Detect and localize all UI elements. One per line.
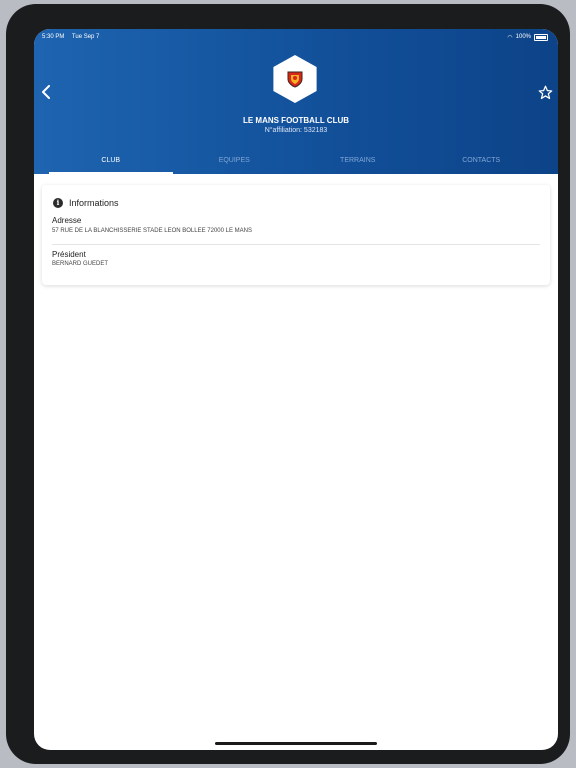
club-name: LE MANS FOOTBALL CLUB	[242, 116, 350, 125]
chevron-left-icon	[42, 85, 50, 99]
tablet-frame: 5:30 PM Tue Sep 7 ◠ 100% LE MANS FOOTBAL…	[6, 4, 570, 764]
card-title-text: Informations	[69, 198, 119, 208]
address-label: Adresse	[52, 216, 82, 225]
info-circle-icon: i	[53, 198, 63, 208]
affiliation-number: N°affiliation: 532183	[264, 127, 328, 134]
wifi-icon: ◠	[507, 34, 513, 41]
club-crest-icon	[287, 71, 303, 88]
back-button[interactable]	[38, 85, 54, 103]
address-value: 57 RUE DE LA BLANCHISSERIE STADE LEON BO…	[52, 228, 252, 234]
club-header: 5:30 PM Tue Sep 7 ◠ 100% LE MANS FOOTBAL…	[34, 29, 558, 174]
app-screen: 5:30 PM Tue Sep 7 ◠ 100% LE MANS FOOTBAL…	[34, 29, 558, 750]
status-time: 5:30 PM	[42, 34, 65, 40]
status-date: Tue Sep 7	[71, 34, 100, 40]
tab-bar: CLUB EQUIPES TERRAINS CONTACTS	[49, 151, 543, 174]
tab-terrains[interactable]: TERRAINS	[296, 151, 420, 174]
status-bar: 5:30 PM Tue Sep 7 ◠ 100%	[42, 32, 548, 42]
home-indicator[interactable]	[215, 742, 377, 745]
club-logo	[273, 55, 317, 103]
president-value: BERNARD GUEDET	[52, 261, 109, 267]
tab-equipes[interactable]: EQUIPES	[173, 151, 297, 174]
tab-contacts[interactable]: CONTACTS	[420, 151, 544, 174]
informations-card: i Informations Adresse 57 RUE DE LA BLAN…	[42, 185, 550, 285]
star-outline-icon	[538, 85, 552, 100]
battery-percent: 100%	[515, 34, 531, 40]
tab-club[interactable]: CLUB	[49, 151, 173, 174]
president-label: Président	[52, 250, 86, 259]
favorite-button[interactable]	[536, 85, 554, 103]
battery-icon	[534, 33, 548, 41]
card-title: i Informations	[53, 198, 119, 208]
divider	[52, 244, 540, 245]
